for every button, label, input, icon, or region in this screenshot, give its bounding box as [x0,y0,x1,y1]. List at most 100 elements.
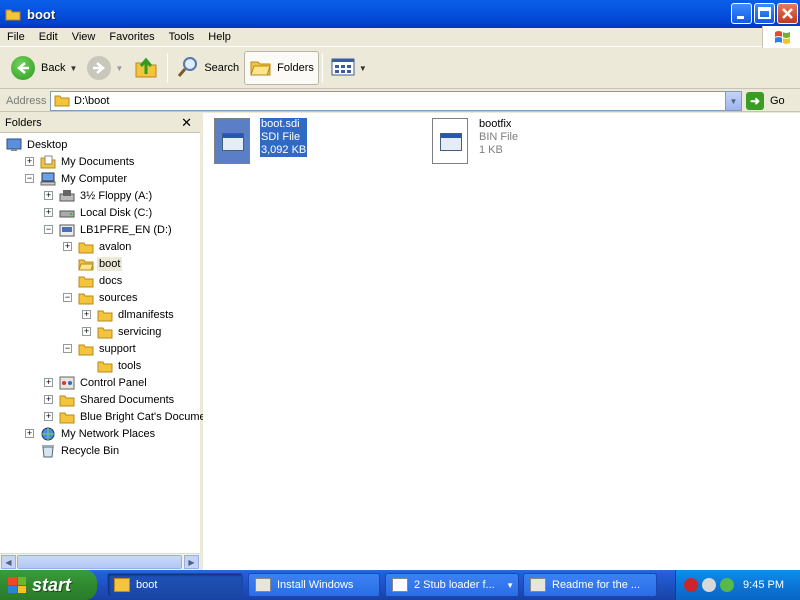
expand-icon[interactable]: + [44,191,53,200]
taskbar: start boot Install Windows 2 Stub loader… [0,570,800,600]
minimize-button[interactable] [731,3,752,24]
expand-icon[interactable]: + [44,412,53,421]
tree-item-local-disk-c[interactable]: + Local Disk (C:) [0,204,200,221]
collapse-icon[interactable]: − [63,293,72,302]
no-expander [63,276,72,285]
tree-item-label: avalon [99,240,132,253]
folders-pane-header: Folders ✕ [0,113,200,133]
tree-item-tools[interactable]: tools [0,357,200,374]
menu-view[interactable]: View [65,28,103,47]
tree-item-lb1pfre-en-d[interactable]: − LB1PFRE_EN (D:) [0,221,200,238]
views-dropdown-icon[interactable]: ▼ [359,64,367,73]
maximize-button[interactable] [754,3,775,24]
address-bar: Address D:\boot ▼ ➜ Go [0,90,800,112]
expand-icon[interactable]: + [82,327,91,336]
scroll-left-icon[interactable]: ◀ [1,555,16,569]
file-item-boot-sdi[interactable]: boot.sdi SDI File 3,092 KB [214,118,308,166]
go-button[interactable]: ➜ Go [746,91,785,111]
security-alert-icon[interactable] [684,578,698,592]
tree-item-desktop[interactable]: Desktop [0,136,200,153]
tree-item-shared-documents[interactable]: + Shared Documents [0,391,200,408]
task-label: boot [136,579,158,591]
expand-icon[interactable]: + [44,378,53,387]
group-dropdown-icon[interactable]: ▼ [506,581,514,590]
my-computer-icon [40,172,56,186]
forward-button[interactable]: ▼ [82,51,128,85]
views-icon [331,57,355,80]
task-label: Install Windows [277,579,354,591]
no-expander [63,259,72,268]
start-label: start [32,574,72,595]
tree-item-servicing[interactable]: + servicing [0,323,200,340]
folder-icon [97,325,113,339]
views-button[interactable]: ▼ [326,51,372,85]
expand-icon[interactable]: + [82,310,91,319]
tree-item-label: Recycle Bin [61,444,120,457]
title-bar[interactable]: boot [0,0,800,28]
up-folder-button[interactable] [128,51,164,85]
close-button[interactable] [777,3,798,24]
address-input[interactable]: D:\boot ▼ [50,91,742,111]
taskbar-item-install-windows[interactable]: Install Windows [248,573,380,597]
tree-item-my-computer[interactable]: − My Computer [0,170,200,187]
cd-drive-icon [59,223,75,237]
expand-icon[interactable]: + [44,395,53,404]
back-dropdown-icon[interactable]: ▼ [69,64,77,73]
toolbar-separator [321,53,323,83]
expand-icon[interactable]: + [63,242,72,251]
folders-button[interactable]: Folders [244,51,319,85]
tree-item-support[interactable]: − support [0,340,200,357]
horizontal-scrollbar[interactable]: ◀ ▶ [0,553,200,570]
close-pane-icon[interactable]: ✕ [181,115,192,131]
clock: 9:45 PM [743,579,784,591]
menu-bar: File Edit View Favorites Tools Help [0,26,800,48]
scroll-right-icon[interactable]: ▶ [184,555,199,569]
tree-item-my-documents[interactable]: + My Documents [0,153,200,170]
tree-item-avalon[interactable]: + avalon [0,238,200,255]
taskbar-item-readme[interactable]: Readme for the ... [523,573,657,597]
folders-pane-title: Folders [5,116,42,129]
back-arrow-icon [11,56,35,80]
scrollbar-thumb[interactable] [17,555,182,569]
taskbar-item-stub-loader[interactable]: 2 Stub loader f... ▼ [385,573,519,597]
expand-icon[interactable]: + [44,208,53,217]
antivirus-icon[interactable] [702,578,716,592]
menu-file[interactable]: File [0,28,32,47]
network-icon[interactable] [720,578,734,592]
tree-item-label: dlmanifests [118,308,174,321]
tree-item-recycle-bin[interactable]: Recycle Bin [0,442,200,459]
tree-item-label: LB1PFRE_EN (D:) [80,223,172,236]
address-dropdown-icon[interactable]: ▼ [725,92,741,110]
search-button[interactable]: Search [171,51,244,85]
tree-item-label: docs [99,274,123,287]
menu-edit[interactable]: Edit [32,28,65,47]
folder-tree: Desktop + My Documents − My Computer +3½ Flop… [0,133,220,459]
tree-item-label: servicing [118,325,162,338]
collapse-icon[interactable]: − [63,344,72,353]
tree-item-label: tools [118,359,142,372]
expand-icon[interactable]: + [25,157,34,166]
tree-item-blue-bright-cat-s-documents[interactable]: + Blue Bright Cat's Documents [0,408,220,425]
tree-item-dlmanifests[interactable]: + dlmanifests [0,306,200,323]
expand-icon[interactable]: + [25,429,34,438]
tree-item-docs[interactable]: docs [0,272,200,289]
menu-help[interactable]: Help [201,28,238,47]
collapse-icon[interactable]: − [25,174,34,183]
collapse-icon[interactable]: − [44,225,53,234]
forward-dropdown-icon[interactable]: ▼ [115,64,123,73]
tree-item-3-floppy-a[interactable]: +3½ Floppy (A:) [0,187,200,204]
back-button[interactable]: Back ▼ [6,51,82,85]
start-button[interactable]: start [0,570,97,600]
menu-favorites[interactable]: Favorites [102,28,161,47]
tree-item-my-network-places[interactable]: + My Network Places [0,425,200,442]
tree-item-label: Local Disk (C:) [80,206,153,219]
taskbar-item-boot[interactable]: boot [107,573,243,597]
menu-tools[interactable]: Tools [162,28,202,47]
tree-item-sources[interactable]: − sources [0,289,200,306]
folders-pane: Folders ✕ Desktop + My Documents − My Comput… [0,113,220,570]
file-item-bootfix[interactable]: bootfix BIN File 1 KB [432,118,519,166]
file-list-view[interactable]: boot.sdi SDI File 3,092 KB bootfix BIN F… [203,113,800,570]
floppy-drive-icon [59,189,75,203]
tree-item-boot[interactable]: boot [0,255,200,272]
tree-item-control-panel[interactable]: + Control Panel [0,374,200,391]
